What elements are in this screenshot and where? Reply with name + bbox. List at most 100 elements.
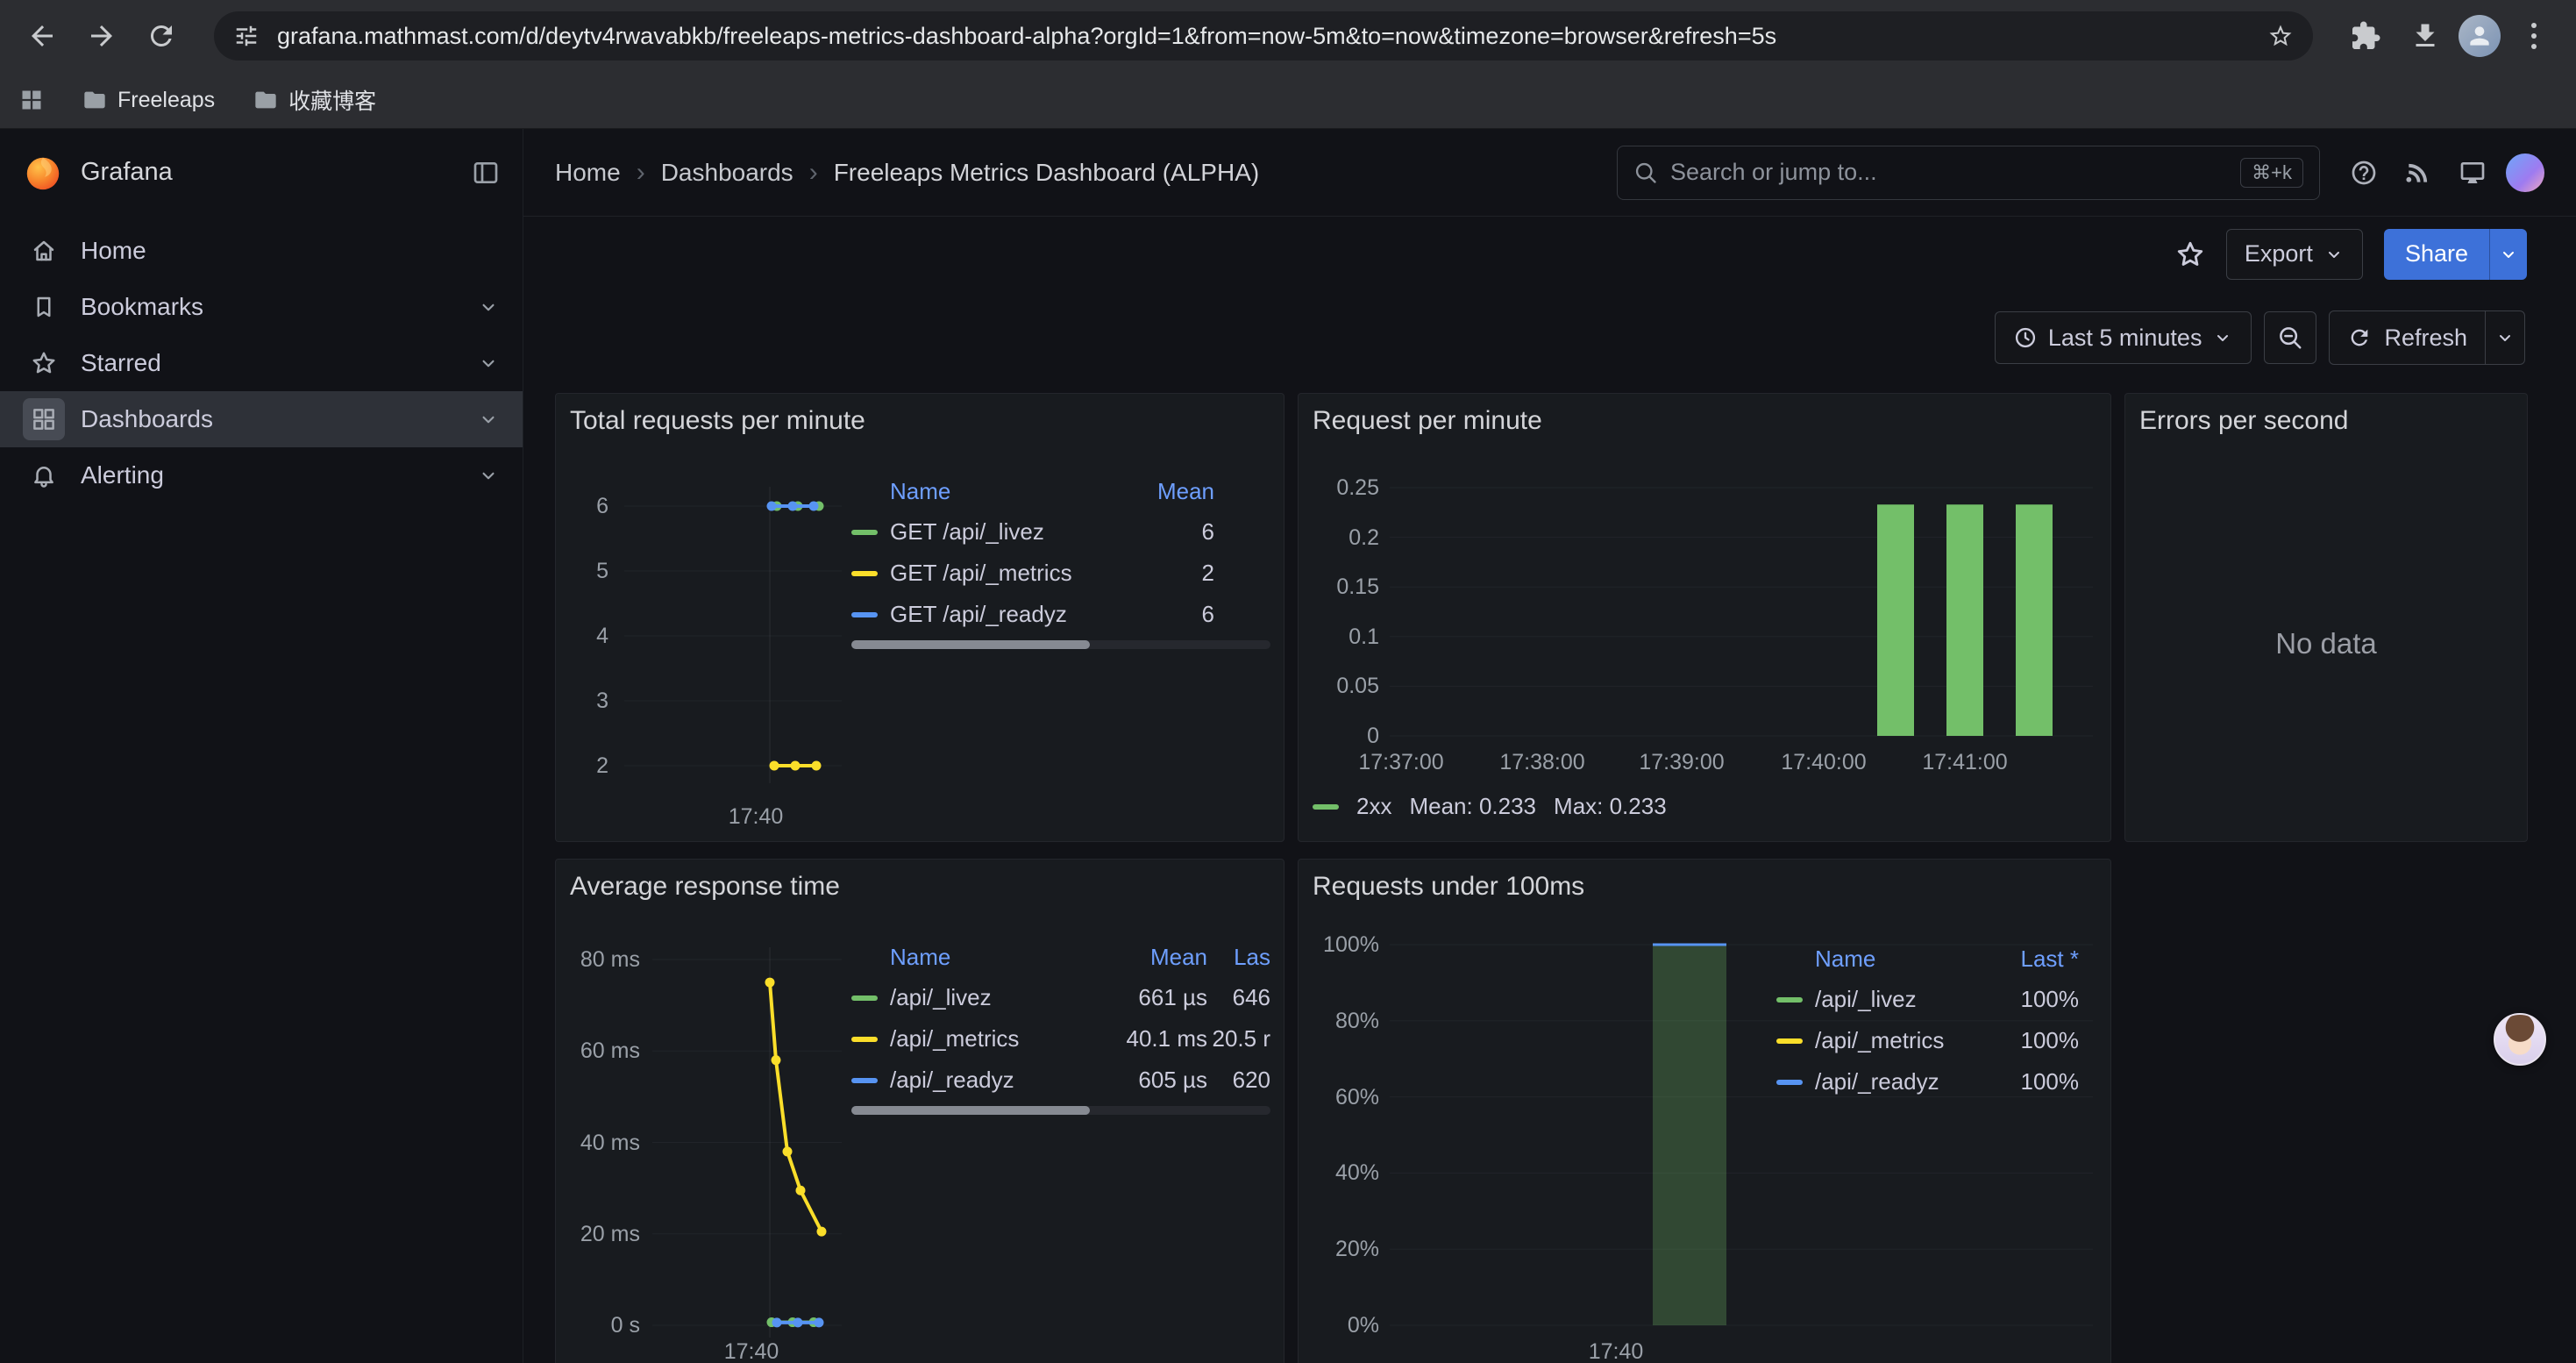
- bar: [1946, 504, 1983, 736]
- panel-total-requests: Total requests per minute Name Mean GET …: [555, 393, 1284, 842]
- time-controls: Last 5 minutes Refresh: [1995, 310, 2525, 365]
- bookmark-label: 收藏博客: [288, 84, 376, 116]
- reload-icon[interactable]: [135, 10, 188, 62]
- axis-tick: 100%: [1316, 932, 1379, 957]
- axis-tick: 0 s: [563, 1313, 640, 1338]
- brand-name[interactable]: Grafana: [81, 158, 173, 187]
- clock-icon: [2013, 325, 2038, 350]
- axis-tick: 0.2: [1313, 525, 1379, 550]
- folder-icon: [253, 88, 278, 112]
- apps-grid-icon[interactable]: [19, 88, 44, 112]
- axis-tick: 40 ms: [563, 1131, 640, 1155]
- axis-tick: 60 ms: [563, 1038, 640, 1063]
- extensions-icon[interactable]: [2339, 10, 2392, 62]
- chevron-down-icon: [2212, 327, 2233, 348]
- axis-tick: 2: [563, 753, 608, 778]
- share-menu-chevron[interactable]: [2489, 229, 2527, 280]
- browser-menu-icon[interactable]: [2508, 10, 2560, 62]
- news-rss-icon[interactable]: [2397, 152, 2439, 194]
- chevron-down-icon[interactable]: [477, 352, 500, 375]
- sidebar-item-bookmarks[interactable]: Bookmarks: [0, 279, 523, 335]
- bookmarks-bar: Freeleaps 收藏博客: [0, 72, 2576, 129]
- bar: [2016, 504, 2053, 736]
- chart-canvas: [1299, 860, 2110, 1363]
- share-label[interactable]: Share: [2384, 229, 2489, 280]
- axis-tick: 0.05: [1313, 674, 1379, 698]
- data-point: [772, 1055, 781, 1065]
- axis-tick: 40%: [1316, 1160, 1379, 1185]
- chevron-down-icon[interactable]: [477, 408, 500, 431]
- sidebar-item-starred[interactable]: Starred: [0, 335, 523, 391]
- download-icon[interactable]: [2399, 10, 2451, 62]
- data-point: [772, 1317, 782, 1327]
- dock-sidebar-icon[interactable]: [472, 159, 500, 187]
- panel-avg-response-time: Average response time Name Mean Las /api…: [555, 859, 1284, 1363]
- breadcrumb-separator: ›: [809, 158, 818, 188]
- breadcrumb-home[interactable]: Home: [555, 159, 621, 187]
- forward-icon[interactable]: [75, 10, 128, 62]
- grafana-logo[interactable]: [23, 153, 63, 193]
- user-avatar[interactable]: [2506, 153, 2544, 192]
- chevron-down-icon: [2494, 327, 2516, 348]
- search-shortcut-badge: ⌘+k: [2240, 158, 2303, 188]
- panel-request-per-minute: Request per minute 2xx Mean: 0.233 Max: …: [1298, 393, 2111, 842]
- data-point: [767, 502, 777, 511]
- refresh-button[interactable]: Refresh: [2329, 310, 2525, 365]
- search-input[interactable]: Search or jump to... ⌘+k: [1617, 146, 2320, 200]
- sidebar-item-dashboards[interactable]: Dashboards: [0, 391, 523, 447]
- refresh-icon: [2347, 325, 2372, 350]
- bar: [1653, 945, 1726, 1325]
- url-text[interactable]: grafana.mathmast.com/d/deytv4rwavabkb/fr…: [277, 23, 2250, 50]
- axis-tick: 0.15: [1313, 574, 1379, 599]
- site-info-icon[interactable]: [233, 23, 260, 49]
- sidebar-item-alerting[interactable]: Alerting: [0, 447, 523, 503]
- zoom-out-icon: [2277, 325, 2303, 351]
- time-range-picker[interactable]: Last 5 minutes: [1995, 311, 2252, 364]
- bookmark-star-icon[interactable]: [2267, 23, 2294, 49]
- help-icon[interactable]: [2343, 152, 2385, 194]
- chevron-down-icon[interactable]: [477, 464, 500, 487]
- folder-icon: [82, 88, 107, 112]
- dashboard-actions: Export Share: [523, 217, 2576, 291]
- monitor-icon[interactable]: [2451, 152, 2494, 194]
- axis-tick: 0%: [1316, 1313, 1379, 1338]
- browser-profile-avatar[interactable]: [2459, 15, 2501, 57]
- axis-tick: 0.25: [1313, 475, 1379, 500]
- floating-assistant-avatar[interactable]: [2494, 1013, 2546, 1066]
- bookmark-folder-blogs[interactable]: 收藏博客: [253, 84, 376, 116]
- star-icon: [23, 342, 65, 384]
- favorite-star-icon[interactable]: [2175, 239, 2205, 269]
- breadcrumb: Home › Dashboards › Freeleaps Metrics Da…: [555, 158, 1259, 188]
- browser-toolbar: grafana.mathmast.com/d/deytv4rwavabkb/fr…: [0, 0, 2576, 72]
- zoom-out-button[interactable]: [2264, 311, 2316, 364]
- chevron-down-icon[interactable]: [477, 296, 500, 318]
- share-button[interactable]: Share: [2384, 229, 2527, 280]
- data-point: [815, 1317, 824, 1327]
- axis-tick: 5: [563, 559, 608, 583]
- export-button[interactable]: Export: [2226, 229, 2363, 280]
- screen: grafana.mathmast.com/d/deytv4rwavabkb/fr…: [0, 0, 2576, 1363]
- top-nav-icons: [2343, 152, 2544, 194]
- dashboard-canvas: Last 5 minutes Refresh: [523, 291, 2576, 1363]
- sidebar-item-home[interactable]: Home: [0, 223, 523, 279]
- search-icon: [1633, 161, 1658, 185]
- data-point: [788, 502, 798, 511]
- chart-canvas: [556, 394, 1284, 841]
- breadcrumb-separator: ›: [637, 158, 645, 188]
- panel-title[interactable]: Errors per second: [2139, 406, 2348, 436]
- axis-tick: 17:40:00: [1781, 750, 1866, 774]
- back-icon[interactable]: [16, 10, 68, 62]
- axis-tick: 0.1: [1313, 624, 1379, 649]
- sidebar-item-label: Home: [81, 237, 146, 265]
- brand-row: Grafana: [0, 129, 523, 216]
- chevron-down-icon: [2498, 244, 2519, 265]
- bell-icon: [23, 454, 65, 496]
- url-bar[interactable]: grafana.mathmast.com/d/deytv4rwavabkb/fr…: [214, 11, 2313, 61]
- search-placeholder: Search or jump to...: [1670, 159, 2228, 186]
- bookmark-folder-freeleaps[interactable]: Freeleaps: [82, 88, 215, 113]
- breadcrumb-dashboards[interactable]: Dashboards: [661, 159, 793, 187]
- refresh-label: Refresh: [2384, 325, 2467, 352]
- panel-requests-under-100ms: Requests under 100ms Name Last * /api/_l…: [1298, 859, 2111, 1363]
- axis-tick: 60%: [1316, 1085, 1379, 1110]
- refresh-interval-chevron[interactable]: [2485, 311, 2524, 364]
